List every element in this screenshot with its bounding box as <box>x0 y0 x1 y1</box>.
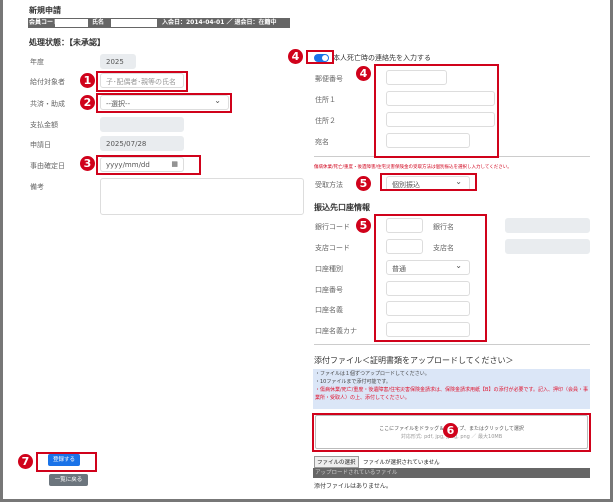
join-info: 入会日：2014-04-01 ／ 退会日：在籍中 <box>162 19 277 26</box>
attach-heading: 添付ファイル＜証明書類をアップロードしてください＞ <box>314 356 514 365</box>
receive-warning: 傷病休業/死亡/重度・後遺障害/住宅災害保険金の受取方法は個別振込を選択し入力し… <box>314 165 512 170</box>
attach-note-3: ・傷病休業/死亡/重度・後遺障害/住宅災害保険金請求は、保険金請求用紙【B】の添… <box>315 387 588 401</box>
addr2-label: 住所２ <box>315 117 336 125</box>
bank-heading: 振込先口座情報 <box>314 203 370 212</box>
year-field: 2025 <box>100 54 136 69</box>
highlight-box-3 <box>96 155 201 175</box>
amount-label: 支払金額 <box>30 121 58 129</box>
highlight-box-4a <box>306 50 334 64</box>
recipient-label: 給付対象者 <box>30 78 65 86</box>
attach-notes: ・ファイルは１個ずつアップロードしてください。 ・10ファイルまで添付可能です。… <box>313 369 590 409</box>
event-date-label: 事由確定日 <box>30 162 65 170</box>
branch-name-field <box>505 239 590 254</box>
uploaded-files-header: アップロードされているファイル <box>313 468 590 478</box>
year-label: 年度 <box>30 58 44 66</box>
account-number-label: 口座番号 <box>315 286 343 294</box>
bank-code-label: 銀行コード <box>315 223 350 231</box>
marker-6: 6 <box>443 423 458 438</box>
marker-5a: 5 <box>356 176 371 191</box>
marker-4b: 4 <box>356 66 371 81</box>
receive-method-label: 受取方法 <box>315 181 343 189</box>
marker-1: 1 <box>80 73 95 88</box>
status-label: 処理状態：【未承認】 <box>29 38 105 47</box>
name-label: 氏名 <box>92 19 105 26</box>
marker-3: 3 <box>80 156 95 171</box>
amount-field <box>100 117 184 132</box>
postal-label: 郵便番号 <box>315 75 343 83</box>
member-bar: 会員コード 氏名 入会日：2014-04-01 ／ 退会日：在籍中 <box>28 18 290 28</box>
divider <box>314 344 590 345</box>
apply-date-field: 2025/07/28 <box>100 136 184 151</box>
back-to-list-button[interactable]: 一覧に戻る <box>49 474 88 486</box>
account-type-label: 口座種別 <box>315 265 343 273</box>
page-title: 新規申請 <box>29 6 61 15</box>
no-attachments-text: 添付ファイルはありません。 <box>314 483 392 490</box>
marker-2: 2 <box>80 95 95 110</box>
highlight-box-5b <box>374 214 487 342</box>
highlight-box-1 <box>96 71 188 92</box>
marker-7: 7 <box>18 454 33 469</box>
highlight-box-5a <box>380 173 477 191</box>
name-value <box>111 19 157 27</box>
no-file-text: ファイルが選択されていません <box>363 460 440 466</box>
addr1-label: 住所１ <box>315 96 336 104</box>
branch-code-label: 支店コード <box>315 244 350 252</box>
account-holder-label: 口座名義 <box>315 306 343 314</box>
member-code-value <box>55 19 88 27</box>
addressee-label: 宛名 <box>315 138 329 146</box>
highlight-box-7 <box>36 452 97 472</box>
attach-note-1: ・ファイルは１個ずつアップロードしてください。 <box>315 371 430 377</box>
mutual-label: 共済・助成 <box>30 100 65 108</box>
account-holder-kana-label: 口座名義カナ <box>315 327 357 335</box>
marker-5b: 5 <box>356 218 371 233</box>
attach-note-2: ・10ファイルまで添付可能です。 <box>315 379 391 385</box>
contact-toggle-label: 本人死亡時の連絡先を入力する <box>333 54 431 62</box>
apply-date-label: 申請日 <box>30 141 51 149</box>
highlight-box-4b <box>374 64 499 158</box>
highlight-box-2 <box>96 93 232 113</box>
note-textarea[interactable] <box>100 178 304 215</box>
marker-4a: 4 <box>288 49 303 64</box>
choose-file-button[interactable]: ファイルの選択 <box>314 456 359 468</box>
note-label: 備考 <box>30 183 44 191</box>
bank-name-field <box>505 218 590 233</box>
